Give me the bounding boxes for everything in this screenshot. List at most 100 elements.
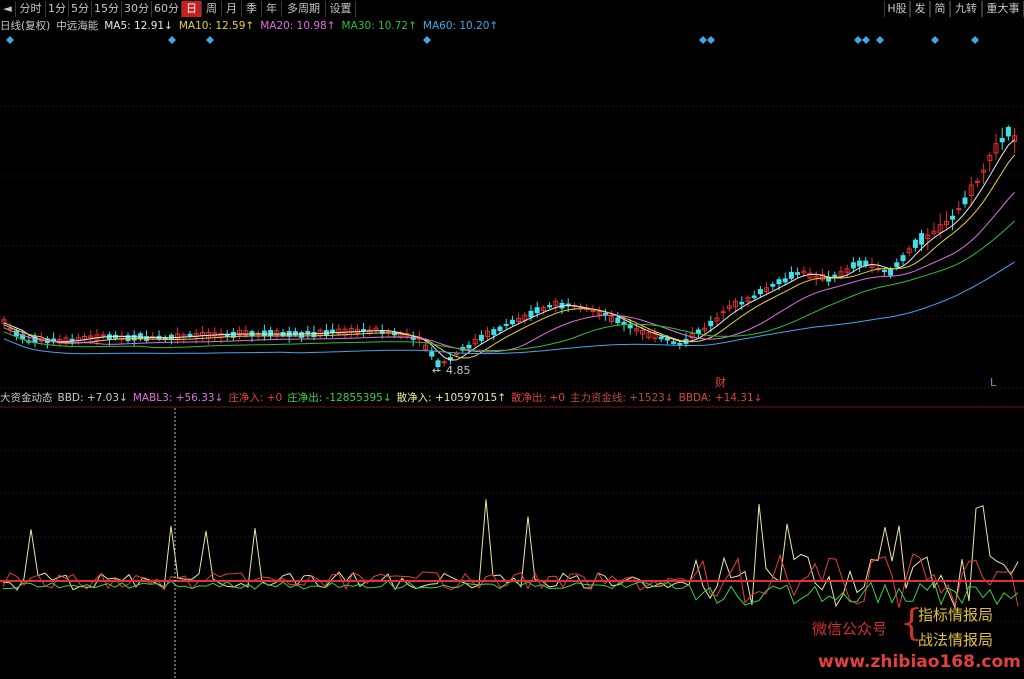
candle-body — [708, 320, 714, 327]
tab-week[interactable]: 周 — [202, 1, 222, 17]
candle-body — [857, 260, 863, 267]
candle-body — [919, 233, 925, 245]
candle-body — [788, 271, 794, 279]
ma-legend: 日线(复权) 中远海能 MA5: 12.91↓ MA10: 12.59↑ MA20: 1… — [0, 19, 510, 33]
tab-settings[interactable]: 设置 — [326, 1, 356, 17]
tab-fa[interactable]: 发 — [910, 1, 930, 17]
indicator-legend-item: MABL3: +56.33↓ — [132, 392, 224, 404]
candle-body — [509, 319, 515, 325]
candle-body — [962, 197, 968, 205]
signal-diamond-icon — [971, 36, 979, 44]
low-price-label: 4.85 — [446, 364, 471, 377]
chart-area[interactable]: 4.85 ← 财 L — [0, 0, 1024, 679]
signal-diamond-icon — [931, 36, 939, 44]
watermark-line1: 指标情报局 — [918, 606, 994, 624]
tab-multi-period[interactable]: 多周期 — [282, 1, 326, 17]
candle-body — [950, 215, 956, 220]
watermark-line2: 战法情报局 — [918, 631, 994, 649]
indicator-legend-item: 散净入: +10597015↑ — [396, 392, 507, 404]
candle-body — [137, 333, 143, 340]
candle-body — [1005, 126, 1011, 137]
ma-legend-item: MA10: 12.59↑ — [178, 20, 255, 32]
indicator-lines — [0, 499, 1024, 610]
tab-jian[interactable]: 简 — [930, 1, 950, 17]
candle-body — [795, 272, 801, 275]
candle-body — [695, 329, 701, 334]
candle-body — [832, 274, 838, 278]
tab-major-events[interactable]: 重大事 — [982, 1, 1024, 17]
candle-body — [900, 255, 906, 262]
tab-5min[interactable]: 5分 — [69, 1, 92, 17]
candle-body — [224, 334, 230, 337]
indicator-legend-item: 庄净入: +0 — [228, 392, 283, 404]
signal-diamond-icon — [206, 36, 214, 44]
signal-diamond-icon — [168, 36, 176, 44]
indicator-legend-item: 散净出: +0 — [511, 392, 565, 404]
tab-30min[interactable]: 30分 — [122, 1, 152, 17]
indicator-legend: 大资金动态 BBD: +7.03↓ MABL3: +56.33↓ 庄净入: +0 庄净出… — [0, 391, 767, 405]
tab-h-share[interactable]: H股 — [884, 1, 910, 17]
indicator-legend-item: 大资金动态 — [0, 392, 53, 404]
tab-season[interactable]: 季 — [242, 1, 262, 17]
signal-diamond-icon — [862, 36, 870, 44]
ma-line — [3, 261, 1015, 355]
indicator-legend-item: 庄净出: -12855395↓ — [287, 392, 392, 404]
tab-month[interactable]: 月 — [222, 1, 242, 17]
watermark-url: www.zhibiao168.com — [818, 652, 1021, 672]
tab-15min[interactable]: 15分 — [92, 1, 122, 17]
signal-diamond-icon — [707, 36, 715, 44]
watermark-wechat: 微信公众号 — [812, 620, 888, 638]
tab-jiuzhuan[interactable]: 九转 — [950, 1, 982, 17]
candle-body — [757, 289, 763, 295]
candle-body — [249, 331, 255, 336]
grid-lines — [0, 105, 1024, 623]
candle-body — [299, 332, 305, 338]
candle-body — [466, 344, 472, 349]
tab-intraday[interactable]: 分时 — [16, 1, 46, 17]
candle-body — [658, 336, 664, 340]
ma-legend-item: MA30: 10.72↑ — [341, 20, 417, 32]
low-arrow-icon: ← — [432, 364, 441, 377]
candle-body — [547, 304, 553, 308]
candle-body — [888, 268, 894, 276]
tab-day[interactable]: 日 — [182, 1, 202, 17]
signal-diamond-icon — [876, 36, 884, 44]
l-marker[interactable]: L — [990, 376, 997, 389]
indicator-legend-item: BBDA: +14.31↓ — [678, 392, 763, 404]
candle-body — [671, 341, 677, 344]
arrow-left-icon[interactable]: ◄ — [0, 1, 16, 17]
candle-body — [534, 307, 540, 314]
signal-diamond-icon — [854, 36, 862, 44]
ma-legend-item: MA5: 12.91↓ — [104, 20, 173, 32]
candle-body — [491, 329, 497, 336]
stock-name: 中远海能 — [56, 20, 99, 32]
candle-body — [602, 312, 608, 316]
ma-legend-item: MA20: 10.98↑ — [260, 20, 336, 32]
candle-body — [503, 323, 509, 326]
ma-line — [3, 154, 1015, 359]
financial-report-marker[interactable]: 财 — [715, 375, 726, 389]
tab-year[interactable]: 年 — [262, 1, 282, 17]
candle-body — [863, 260, 869, 266]
candle-body — [528, 310, 534, 318]
candle-body — [478, 334, 484, 341]
signal-markers — [6, 36, 979, 44]
candle-body — [627, 324, 633, 329]
candle-body — [739, 301, 745, 305]
candle-body — [677, 342, 683, 346]
candle-body — [261, 330, 267, 337]
candle-body — [429, 351, 435, 357]
indicator-legend-item: 主力资金线: +1523↓ — [569, 392, 674, 404]
signal-diamond-icon — [423, 36, 431, 44]
ma-line — [3, 139, 1015, 361]
candle-body — [881, 269, 887, 273]
candle-body — [782, 278, 788, 283]
candle-body — [912, 239, 918, 248]
period-toolbar: ◄ 分时 1分 5分 15分 30分 60分日周月季年多周期 设置 H股发简九转 重大事 — [0, 0, 1024, 18]
candle-body — [999, 138, 1005, 143]
chart-period-label: 日线(复权) — [0, 20, 51, 32]
tab-1min[interactable]: 1分 — [46, 1, 69, 17]
signal-diamond-icon — [6, 36, 14, 44]
candle-body — [615, 317, 621, 323]
tab-60min[interactable]: 60分 — [152, 1, 182, 17]
